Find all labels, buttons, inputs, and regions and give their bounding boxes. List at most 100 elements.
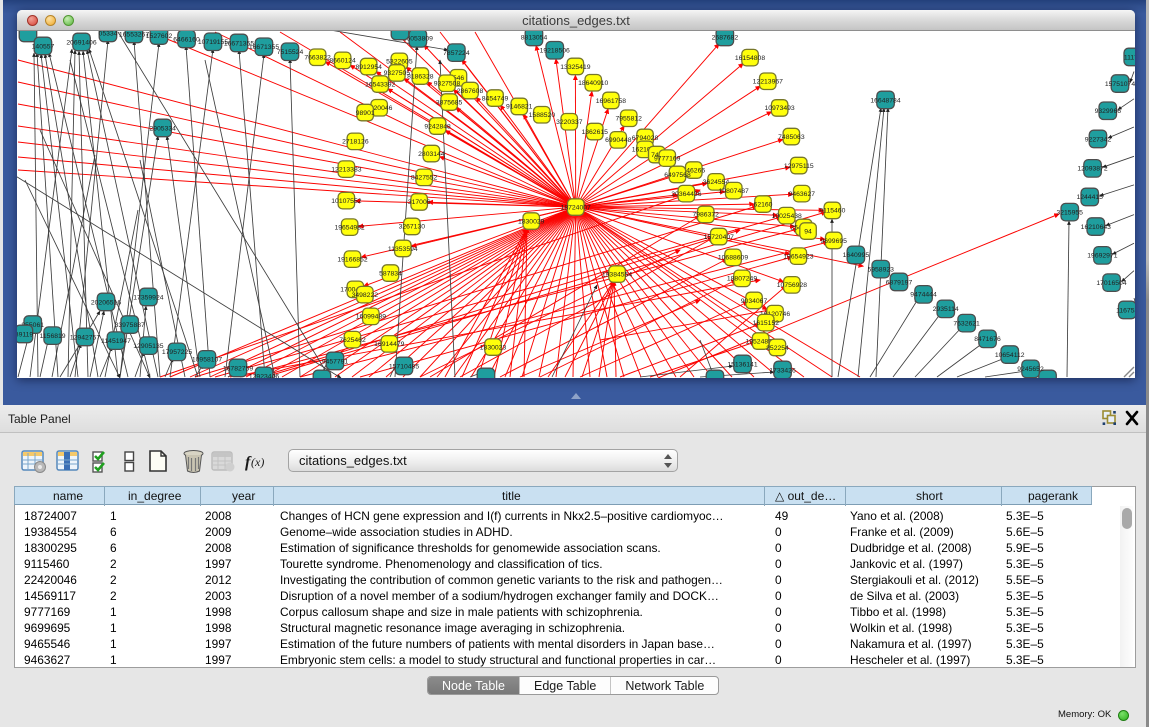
svg-text:94: 94 [804, 228, 812, 235]
svg-text:9457791: 9457791 [322, 358, 349, 365]
svg-text:19166852: 19166852 [337, 257, 367, 264]
svg-text:10756928: 10756928 [777, 282, 807, 289]
svg-text:17359924: 17359924 [133, 294, 163, 301]
svg-text:8427552: 8427552 [411, 175, 438, 182]
svg-text:7625462: 7625462 [339, 337, 366, 344]
svg-text:20206516: 20206516 [91, 299, 121, 306]
svg-text:39119: 39119 [17, 331, 33, 338]
svg-text:8471676: 8471676 [974, 336, 1001, 343]
svg-text:9115460: 9115460 [819, 208, 845, 215]
svg-text:6879197: 6879197 [886, 279, 913, 286]
svg-text:10958107: 10958107 [192, 357, 222, 364]
svg-text:1244415: 1244415 [1076, 194, 1103, 201]
svg-text:33975887: 33975887 [115, 322, 145, 329]
svg-text:19218506: 19218506 [540, 48, 570, 55]
svg-text:19692971: 19692971 [1087, 253, 1117, 260]
svg-text:7986372: 7986372 [692, 212, 719, 219]
svg-text:20364436: 20364436 [671, 191, 701, 198]
svg-text:16648784: 16648784 [870, 97, 900, 104]
svg-text:9699695: 9699695 [820, 238, 847, 245]
svg-text:12213383: 12213383 [331, 167, 361, 174]
svg-text:16210643: 16210643 [1081, 224, 1111, 231]
svg-text:1640995: 1640995 [843, 252, 870, 259]
svg-text:15751074: 15751074 [1105, 81, 1135, 88]
svg-text:16553267: 16553267 [119, 31, 149, 38]
svg-text:140557: 140557 [32, 43, 55, 50]
svg-text:15136141: 15136141 [727, 361, 757, 368]
svg-text:7485063: 7485063 [778, 134, 805, 141]
svg-text:1527602: 1527602 [146, 33, 173, 40]
svg-text:9329966: 9329966 [1095, 108, 1122, 115]
svg-text:2803144: 2803144 [418, 151, 445, 158]
svg-text:15710485: 15710485 [389, 363, 419, 370]
svg-text:10973493: 10973493 [764, 105, 794, 112]
svg-text:587834: 587834 [379, 270, 402, 277]
svg-text:7857224: 7857224 [443, 50, 470, 57]
svg-text:1830023: 1830023 [480, 344, 507, 351]
svg-text:9034067: 9034067 [741, 298, 768, 305]
svg-text:11451947: 11451947 [101, 338, 131, 345]
svg-text:5958923: 5958923 [867, 267, 894, 274]
svg-text:9146821: 9146821 [506, 104, 533, 111]
svg-text:12975115: 12975115 [784, 163, 814, 170]
svg-text:3498222: 3498222 [352, 292, 379, 299]
svg-text:8454749: 8454749 [482, 95, 509, 102]
svg-text:9777169: 9777169 [654, 156, 681, 163]
svg-text:6497568: 6497568 [664, 172, 691, 179]
svg-text:9327508: 9327508 [434, 81, 461, 88]
svg-text:16782759: 16782759 [223, 365, 253, 372]
svg-text:6990448: 6990448 [605, 137, 632, 144]
svg-text:16914479: 16914479 [374, 341, 404, 348]
svg-text:252254: 252254 [766, 345, 789, 352]
svg-text:16543392: 16543392 [365, 81, 395, 88]
svg-text:7663822: 7663822 [304, 55, 331, 62]
svg-text:62160: 62160 [754, 201, 773, 208]
svg-text:13325419: 13325419 [560, 64, 590, 71]
svg-text:6466160: 6466160 [173, 36, 200, 43]
svg-text:12093872: 12093872 [1077, 166, 1107, 173]
svg-text:8813054: 8813054 [521, 34, 548, 41]
svg-text:(x): (x) [251, 455, 264, 469]
svg-text:3875685: 3875685 [436, 99, 463, 106]
svg-text:3215955: 3215955 [1056, 210, 1083, 217]
svg-text:2867608: 2867608 [457, 88, 484, 95]
svg-text:1362615: 1362615 [581, 129, 608, 136]
svg-text:8912954: 8912954 [355, 64, 382, 71]
svg-text:9474444: 9474444 [910, 292, 937, 299]
svg-text:12905135: 12905135 [133, 343, 163, 350]
svg-text:10654112: 10654112 [995, 352, 1025, 359]
svg-text:2935114: 2935114 [933, 306, 959, 313]
svg-text:17957225: 17957225 [162, 349, 192, 356]
svg-text:1588520: 1588520 [529, 112, 556, 119]
svg-text:15720407: 15720407 [704, 234, 734, 241]
svg-text:8186328: 8186328 [407, 73, 434, 80]
svg-text:20691406: 20691406 [66, 39, 96, 46]
svg-text:9463627: 9463627 [789, 191, 816, 198]
svg-text:11353594: 11353594 [388, 246, 418, 253]
svg-text:10688609: 10688609 [718, 255, 748, 262]
svg-text:10025438: 10025438 [772, 213, 802, 220]
svg-text:8660124: 8660124 [329, 58, 356, 65]
svg-text:19384554: 19384554 [602, 271, 632, 278]
svg-text:11173: 11173 [1124, 54, 1135, 61]
svg-text:12213967: 12213967 [753, 79, 783, 86]
svg-text:9245652: 9245652 [1017, 366, 1044, 373]
svg-text:3267130: 3267130 [399, 224, 426, 231]
svg-text:9227342: 9227342 [1085, 136, 1112, 143]
svg-text:16099489: 16099489 [356, 314, 386, 321]
svg-text:7632621: 7632621 [953, 321, 980, 328]
svg-text:2718126: 2718126 [342, 139, 369, 146]
svg-text:317006: 317006 [408, 199, 431, 206]
svg-text:18640910: 18640910 [578, 80, 608, 87]
svg-text:1830029: 1830029 [518, 218, 545, 225]
svg-text:7955812: 7955812 [615, 116, 642, 123]
svg-text:19654982: 19654982 [334, 225, 364, 232]
svg-text:16154808: 16154808 [735, 55, 765, 62]
svg-text:17016504: 17016504 [1096, 280, 1126, 287]
svg-text:2687682: 2687682 [712, 34, 739, 41]
svg-text:3220337: 3220337 [556, 119, 583, 126]
svg-text:9242848: 9242848 [424, 123, 451, 130]
svg-text:98901: 98901 [356, 110, 375, 117]
svg-text:7515524: 7515524 [277, 49, 304, 56]
svg-text:18724007: 18724007 [561, 204, 591, 211]
